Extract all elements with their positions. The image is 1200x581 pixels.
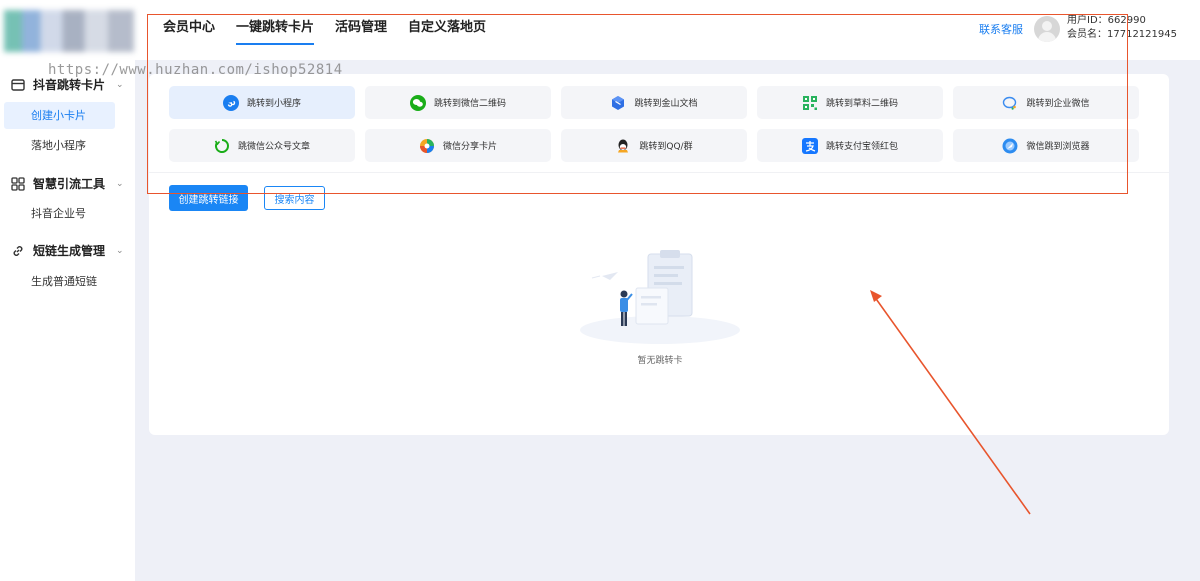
nav-jump-card[interactable]: 一键跳转卡片 (236, 20, 315, 45)
grid-icon (10, 176, 26, 192)
avatar[interactable] (1034, 16, 1060, 42)
jump-type-label: 跳转到草料二维码 (825, 99, 898, 109)
jump-type-qq-group[interactable]: 跳转到QQ/群 (561, 129, 747, 162)
jump-type-label: 跳转支付宝领红包 (825, 142, 898, 152)
jump-type-label: 跳转到小程序 (246, 99, 301, 109)
jump-type-grid: 跳转到小程序 跳转到微信二维码 跳转到金山文档 跳转到草料二维码 跳转到企业微信… (169, 86, 1139, 162)
jump-type-label: 跳转到微信二维码 (433, 99, 506, 109)
sidebar-item-landing-miniprogram[interactable]: 落地小程序 (4, 132, 115, 159)
top-header: 会员中心 一键跳转卡片 活码管理 自定义落地页 联系客服 用户ID：662990… (0, 0, 1200, 60)
sidebar-group-label: 短链生成管理 (33, 244, 106, 258)
sidebar-item-short-link[interactable]: 生成普通短链 (4, 268, 115, 295)
user-id: 用户ID：662990 (1067, 15, 1146, 26)
jump-type-wecom[interactable]: 跳转到企业微信 (953, 86, 1139, 119)
watermark: https://www.huzhan.com/ishop52814 (48, 62, 343, 78)
sidebar: 抖音跳转卡片 ⌄ 创建小卡片 落地小程序 智慧引流工具 ⌄ 抖音企业号 短链生成… (0, 60, 135, 581)
jump-type-open-browser[interactable]: 微信跳到浏览器 (953, 129, 1139, 162)
chevron-down-icon: ⌄ (116, 245, 124, 256)
wechat-icon (409, 94, 426, 111)
wecom-icon (1002, 95, 1018, 111)
miniprogram-icon (222, 94, 239, 111)
search-content-button[interactable]: 搜索内容 (264, 186, 325, 210)
kdocs-icon (610, 95, 626, 111)
share-card-icon (419, 138, 435, 154)
sidebar-group-label: 抖音跳转卡片 (33, 78, 106, 92)
user-info: 用户ID：662990 会员名：17712121945 (1067, 14, 1177, 42)
jump-type-official-account-article[interactable]: 跳微信公众号文章 (169, 129, 355, 162)
official-account-icon (214, 138, 230, 154)
jump-type-miniprogram[interactable]: 跳转到小程序 (169, 86, 355, 119)
nav-live-code[interactable]: 活码管理 (335, 20, 387, 40)
create-jump-link-button[interactable]: 创建跳转链接 (169, 185, 248, 211)
jump-type-wechat-qrcode[interactable]: 跳转到微信二维码 (365, 86, 551, 119)
empty-state-text: 暂无跳转卡 (637, 356, 683, 366)
alipay-icon (801, 137, 818, 154)
chevron-down-icon: ⌄ (116, 79, 124, 90)
chevron-down-icon: ⌄ (116, 178, 124, 189)
nav-landing-page[interactable]: 自定义落地页 (408, 20, 486, 40)
qrcode-icon (802, 95, 818, 111)
sidebar-group-label: 智慧引流工具 (33, 177, 106, 191)
top-nav: 会员中心 一键跳转卡片 活码管理 自定义落地页 (163, 20, 486, 45)
jump-type-caoliao-qrcode[interactable]: 跳转到草料二维码 (757, 86, 943, 119)
site-logo (4, 10, 134, 52)
browser-icon (1002, 138, 1018, 154)
sidebar-group-smart-tools[interactable]: 智慧引流工具 ⌄ (10, 175, 124, 192)
jump-type-label: 跳转到企业微信 (1026, 99, 1090, 109)
sidebar-group-short-link[interactable]: 短链生成管理 ⌄ (10, 242, 124, 259)
jump-type-label: 跳转到QQ/群 (639, 142, 693, 152)
link-icon (10, 243, 26, 259)
member-name: 会员名：17712121945 (1067, 29, 1177, 40)
contact-support-link[interactable]: 联系客服 (979, 21, 1023, 37)
card-icon (10, 77, 26, 93)
divider (149, 172, 1169, 173)
sidebar-item-douyin-enterprise[interactable]: 抖音企业号 (4, 200, 115, 227)
jump-type-kdocs[interactable]: 跳转到金山文档 (561, 86, 747, 119)
jump-type-label: 跳微信公众号文章 (237, 142, 310, 152)
sidebar-item-create-card[interactable]: 创建小卡片 (4, 102, 115, 129)
jump-type-label: 微信跳到浏览器 (1026, 142, 1090, 152)
sidebar-group-douyin-card[interactable]: 抖音跳转卡片 ⌄ (10, 76, 124, 93)
jump-type-label: 微信分享卡片 (442, 142, 497, 152)
jump-type-share-card[interactable]: 微信分享卡片 (365, 129, 551, 162)
nav-member-center[interactable]: 会员中心 (163, 20, 215, 40)
jump-type-alipay-redpacket[interactable]: 跳转支付宝领红包 (757, 129, 943, 162)
jump-type-label: 跳转到金山文档 (634, 99, 698, 109)
empty-state-illustration (580, 250, 740, 344)
qq-icon (615, 138, 631, 154)
